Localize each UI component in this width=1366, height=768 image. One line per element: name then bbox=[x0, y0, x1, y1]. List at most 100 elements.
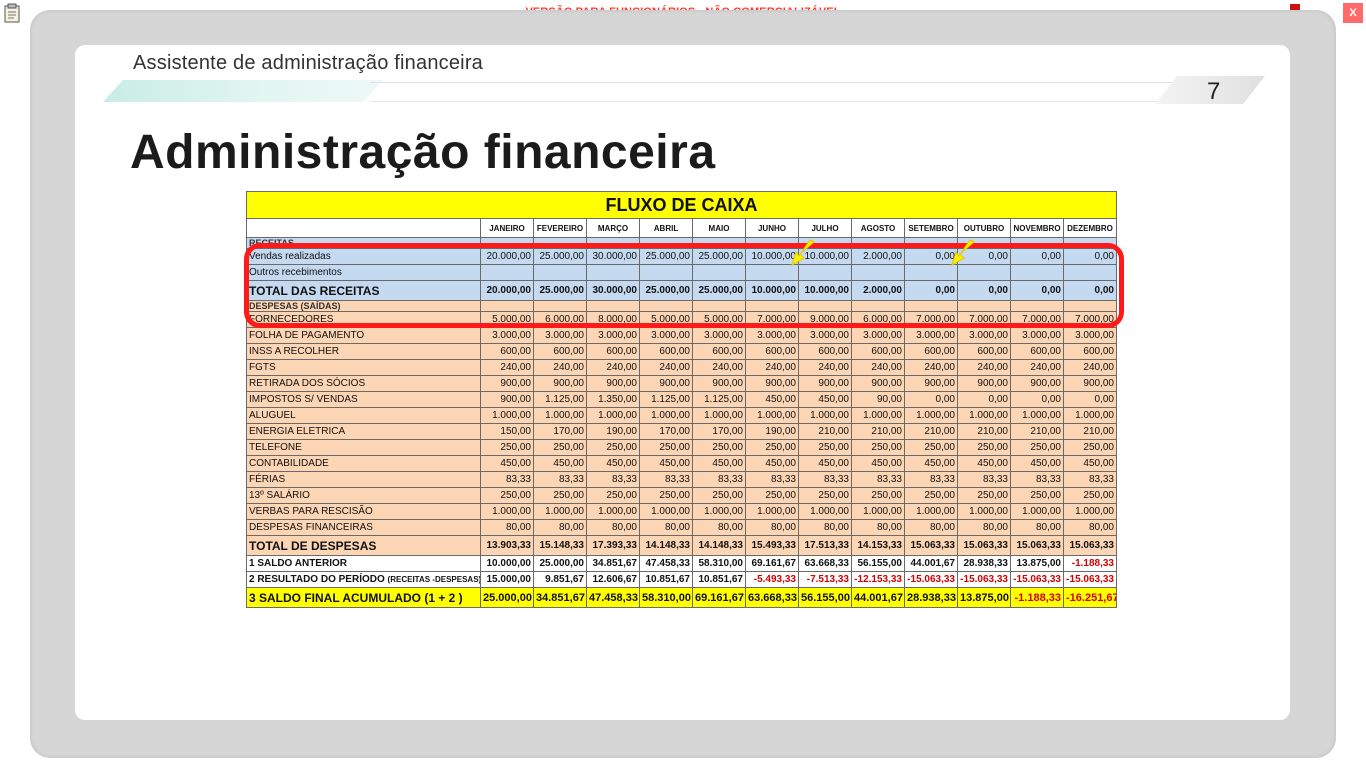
value-cell: 83,33 bbox=[480, 471, 534, 488]
value-cell: 0,00 bbox=[1010, 248, 1064, 265]
value-cell: 900,00 bbox=[639, 375, 693, 392]
value-cell: 1.000,00 bbox=[480, 407, 534, 424]
value-cell: 1.125,00 bbox=[639, 391, 693, 408]
row-label-text: FÉRIAS bbox=[249, 474, 286, 485]
section-header-row: RECEITAS bbox=[246, 237, 1117, 249]
value-cell: 1.000,00 bbox=[586, 503, 640, 520]
month-header: JANEIRO bbox=[480, 218, 534, 238]
value-cell: 240,00 bbox=[480, 359, 534, 376]
empty-cell bbox=[1010, 237, 1064, 249]
value-cell: 450,00 bbox=[745, 455, 799, 472]
table-row: FOLHA DE PAGAMENTO 3.000,00 3.000,00 3.000,… bbox=[246, 327, 1117, 344]
value-cell: -7.513,33 bbox=[798, 571, 852, 588]
value-cell bbox=[1063, 264, 1117, 281]
value-cell: 250,00 bbox=[1010, 439, 1064, 456]
value-cell: 1.000,00 bbox=[745, 407, 799, 424]
value-cell: 900,00 bbox=[798, 375, 852, 392]
month-header: JULHO bbox=[798, 218, 852, 238]
row-label: INSS A RECOLHER bbox=[246, 343, 481, 360]
value-cell: 25.000,00 bbox=[692, 280, 746, 301]
value-cell: 10.000,00 bbox=[798, 280, 852, 301]
empty-cell bbox=[904, 300, 958, 312]
table-row: TOTAL DAS RECEITAS 20.000,00 25.000,00 30.0… bbox=[246, 280, 1117, 301]
table-row: VERBAS PARA RESCISÃO 1.000,00 1.000,00 1.00… bbox=[246, 503, 1117, 520]
table-row: CONTABILIDADE 450,00 450,00 450,00 450,00 450… bbox=[246, 455, 1117, 472]
value-cell: 250,00 bbox=[533, 487, 587, 504]
value-cell: 83,33 bbox=[1010, 471, 1064, 488]
value-cell bbox=[480, 264, 534, 281]
value-cell: 10.000,00 bbox=[480, 555, 534, 572]
value-cell: 7.000,00 bbox=[745, 311, 799, 328]
value-cell: 58.310,00 bbox=[692, 555, 746, 572]
value-cell: 1.000,00 bbox=[1010, 407, 1064, 424]
row-label-text: CONTABILIDADE bbox=[249, 458, 329, 469]
value-cell: 69.161,67 bbox=[745, 555, 799, 572]
value-cell: 0,00 bbox=[1063, 248, 1117, 265]
empty-cell bbox=[533, 300, 587, 312]
value-cell: 210,00 bbox=[1010, 423, 1064, 440]
table-row: IMPOSTOS S/ VENDAS 900,00 1.125,00 1.350,00… bbox=[246, 391, 1117, 408]
course-title: Assistente de administração financeira bbox=[133, 52, 484, 74]
empty-cell bbox=[586, 237, 640, 249]
value-cell: 600,00 bbox=[692, 343, 746, 360]
month-header: OUTUBRO bbox=[957, 218, 1011, 238]
value-cell: -16.251,67 bbox=[1063, 587, 1117, 608]
value-cell: 13.875,00 bbox=[957, 587, 1011, 608]
value-cell bbox=[851, 264, 905, 281]
value-cell: 15.148,33 bbox=[533, 535, 587, 556]
row-label: DESPESAS FINANCEIRAS bbox=[246, 519, 481, 536]
value-cell: 210,00 bbox=[1063, 423, 1117, 440]
value-cell: 1.000,00 bbox=[692, 503, 746, 520]
row-label-text: DESPESAS FINANCEIRAS bbox=[249, 522, 373, 533]
row-label: IMPOSTOS S/ VENDAS bbox=[246, 391, 481, 408]
value-cell: 1.000,00 bbox=[851, 503, 905, 520]
empty-cell bbox=[692, 300, 746, 312]
value-cell: 17.513,33 bbox=[798, 535, 852, 556]
row-label-text: 2 RESULTADO DO PERÍODO bbox=[249, 574, 385, 585]
value-cell: 600,00 bbox=[639, 343, 693, 360]
value-cell: 15.063,33 bbox=[957, 535, 1011, 556]
value-cell: -12.153,33 bbox=[851, 571, 905, 588]
value-cell: -15.063,33 bbox=[957, 571, 1011, 588]
value-cell: 1.350,00 bbox=[586, 391, 640, 408]
row-label: 13º SALÁRIO bbox=[246, 487, 481, 504]
value-cell: 1.000,00 bbox=[586, 407, 640, 424]
page-number: 7 bbox=[1207, 78, 1221, 105]
value-cell: 34.851,67 bbox=[586, 555, 640, 572]
value-cell: 63.668,33 bbox=[745, 587, 799, 608]
row-label-text: Vendas realizadas bbox=[249, 251, 331, 262]
value-cell: 3.000,00 bbox=[533, 327, 587, 344]
close-icon[interactable]: X bbox=[1343, 3, 1363, 23]
value-cell: 44.001,67 bbox=[904, 555, 958, 572]
value-cell: 250,00 bbox=[904, 439, 958, 456]
value-cell: 0,00 bbox=[957, 280, 1011, 301]
table-row: Outros recebimentos bbox=[246, 264, 1117, 281]
value-cell: 3.000,00 bbox=[745, 327, 799, 344]
table-row: INSS A RECOLHER 600,00 600,00 600,00 600,00 6… bbox=[246, 343, 1117, 360]
value-cell: 83,33 bbox=[904, 471, 958, 488]
row-label: FOLHA DE PAGAMENTO bbox=[246, 327, 481, 344]
month-header: MARÇO bbox=[586, 218, 640, 238]
value-cell: 900,00 bbox=[692, 375, 746, 392]
value-cell: 600,00 bbox=[798, 343, 852, 360]
value-cell: 3.000,00 bbox=[957, 327, 1011, 344]
value-cell: 250,00 bbox=[745, 487, 799, 504]
value-cell: 56.155,00 bbox=[851, 555, 905, 572]
value-cell: 9.000,00 bbox=[798, 311, 852, 328]
empty-cell bbox=[639, 237, 693, 249]
value-cell: -5.493,33 bbox=[745, 571, 799, 588]
value-cell: 170,00 bbox=[533, 423, 587, 440]
table-row: 2 RESULTADO DO PERÍODO (RECEITAS -DESPES… bbox=[246, 571, 1117, 588]
row-label: FÉRIAS bbox=[246, 471, 481, 488]
row-label-text: ALUGUEL bbox=[249, 410, 296, 421]
value-cell: 3.000,00 bbox=[851, 327, 905, 344]
value-cell: 900,00 bbox=[1010, 375, 1064, 392]
clipboard-icon[interactable] bbox=[4, 3, 20, 23]
month-header-row: JANEIRO FEVEREIRO MARÇO ABRIL MAIO JUNHO JULHO… bbox=[246, 218, 1117, 238]
value-cell: 900,00 bbox=[745, 375, 799, 392]
value-cell: 15.000,00 bbox=[480, 571, 534, 588]
value-cell: 600,00 bbox=[957, 343, 1011, 360]
table-row: TELEFONE 250,00 250,00 250,00 250,00 250,00 25… bbox=[246, 439, 1117, 456]
value-cell: 1.000,00 bbox=[851, 407, 905, 424]
value-cell: 0,00 bbox=[1010, 280, 1064, 301]
